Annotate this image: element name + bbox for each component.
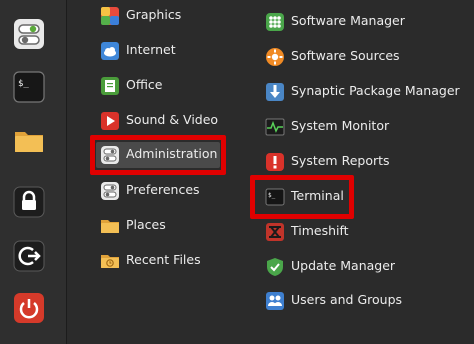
category-sound-video[interactable]: Sound & Video [96,108,220,134]
terminal-favorite[interactable]: $_ [13,71,45,103]
software-manager-icon [265,12,285,32]
toggle-switches-icon [100,181,120,201]
recent-folder-icon [100,251,120,271]
app-timeshift[interactable]: Timeshift [261,219,471,245]
app-label: Users and Groups [291,292,403,307]
category-recent-files[interactable]: Recent Files [96,248,220,274]
app-label: Timeshift [291,223,349,238]
folder-icon [100,216,120,236]
logout-icon [13,240,45,272]
app-label: Software Manager [291,13,405,28]
lock-icon [13,186,45,218]
power-favorite[interactable] [13,292,45,324]
app-software-sources[interactable]: Software Sources [261,44,471,70]
files-favorite[interactable] [13,125,45,157]
category-label: Office [126,77,163,92]
terminal-icon: $_ [13,71,45,103]
app-system-monitor[interactable]: System Monitor [261,114,471,140]
app-users-and-groups[interactable]: Users and Groups [261,288,471,314]
app-synaptic[interactable]: Synaptic Package Manager [261,79,471,105]
category-label: Recent Files [126,252,201,267]
favorites-sidebar: $_ [0,0,67,344]
shield-icon [265,257,285,277]
app-label: Update Manager [291,258,396,273]
app-label: Software Sources [291,48,400,63]
category-office[interactable]: Office [96,73,220,99]
category-places[interactable]: Places [96,213,220,239]
category-label: Places [126,217,166,232]
cloud-icon [100,41,120,61]
terminal-highlight [250,175,354,219]
svg-text:$_: $_ [18,79,29,89]
category-preferences[interactable]: Preferences [96,178,220,204]
app-label: Synaptic Package Manager [291,83,460,98]
administration-highlight [90,135,226,175]
play-icon [100,111,120,131]
users-icon [265,291,285,311]
logout-favorite[interactable] [13,240,45,272]
timeshift-icon [265,222,285,242]
power-icon [14,293,44,323]
software-sources-icon [265,47,285,67]
category-graphics[interactable]: Graphics [96,3,220,29]
category-label: Sound & Video [126,112,219,127]
toggle-switches-icon [14,19,44,49]
category-label: Graphics [126,7,182,22]
graphics-icon [100,6,120,26]
app-update-manager[interactable]: Update Manager [261,254,471,280]
category-label: Preferences [126,182,200,197]
app-system-reports[interactable]: System Reports [261,149,471,175]
category-label: Internet [126,42,176,57]
lock-screen-favorite[interactable] [13,186,45,218]
software-manager-favorite[interactable] [13,18,45,50]
folder-icon [15,132,43,152]
app-label: System Monitor [291,118,390,133]
download-icon [265,82,285,102]
category-internet[interactable]: Internet [96,38,220,64]
office-icon [100,76,120,96]
app-software-manager[interactable]: Software Manager [261,9,471,35]
app-label: System Reports [291,153,390,168]
monitor-icon [265,117,285,137]
warning-icon [265,152,285,172]
